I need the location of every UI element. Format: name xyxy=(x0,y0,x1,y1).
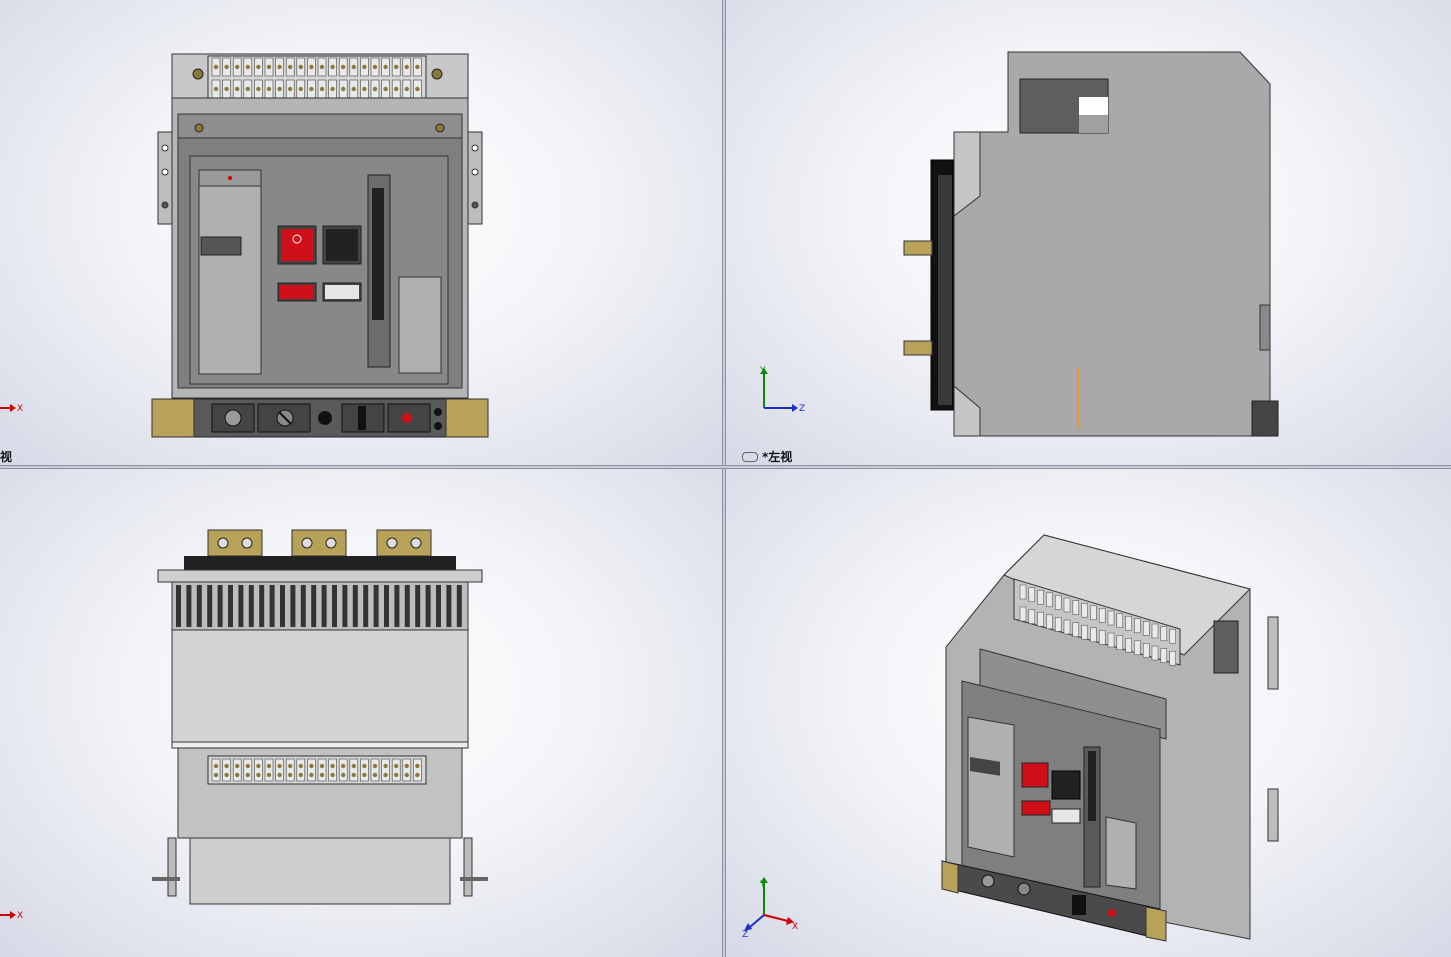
breaker-iso-model[interactable] xyxy=(726,469,1451,957)
breaker-top-model[interactable] xyxy=(0,469,722,957)
svg-text:Z: Z xyxy=(742,930,748,937)
viewport-left[interactable]: YZ *左视 xyxy=(726,0,1451,465)
coordinate-triad-icon: X xyxy=(0,905,30,929)
coordinate-triad-icon: Y X Z xyxy=(742,877,802,941)
breaker-front-model[interactable] xyxy=(0,0,722,465)
view-label: 视 xyxy=(0,450,13,464)
viewport-splitter-horizontal[interactable] xyxy=(0,465,1451,469)
view-link-icon[interactable] xyxy=(742,452,758,462)
svg-text:Y: Y xyxy=(759,880,766,890)
viewport-front[interactable]: X 视 xyxy=(0,0,722,465)
coordinate-triad-icon: YZ xyxy=(756,366,806,420)
svg-text:Z: Z xyxy=(799,404,805,414)
svg-text:Y: Y xyxy=(759,366,766,376)
svg-text:X: X xyxy=(17,404,23,414)
viewport-top[interactable]: X xyxy=(0,469,722,957)
viewport-isometric[interactable]: Y X Z xyxy=(726,469,1451,957)
view-label: *左视 xyxy=(762,450,793,464)
coordinate-triad-icon: X xyxy=(0,398,30,422)
breaker-side-model[interactable] xyxy=(726,0,1451,465)
svg-text:X: X xyxy=(17,911,23,921)
viewport-splitter-vertical[interactable] xyxy=(722,0,726,957)
svg-text:X: X xyxy=(792,922,798,932)
